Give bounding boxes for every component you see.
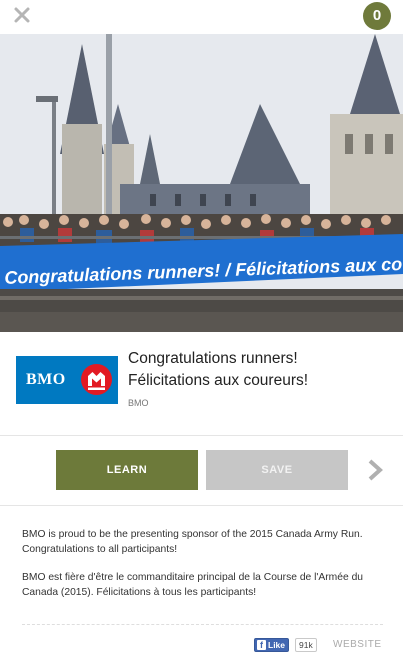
website-link[interactable]: WEBSITE bbox=[333, 639, 382, 650]
description-english: BMO is proud to be the presenting sponso… bbox=[22, 529, 363, 555]
top-bar: 0 bbox=[0, 0, 403, 34]
bmo-logo: BMO bbox=[16, 356, 118, 404]
ad-title-line-1: Congratulations runners! bbox=[128, 350, 298, 367]
ad-title-line-2: Félicitations aux coureurs! bbox=[128, 372, 309, 389]
advertiser-name: BMO bbox=[128, 398, 149, 408]
divider bbox=[22, 624, 383, 625]
description: BMO is proud to be the presenting sponso… bbox=[22, 528, 382, 614]
facebook-like-button[interactable]: f Like bbox=[254, 638, 290, 652]
hero-image: Congratulations runners! / Félicitations… bbox=[0, 34, 403, 332]
learn-button[interactable]: LEARN bbox=[56, 450, 198, 490]
close-x-icon[interactable] bbox=[12, 5, 32, 25]
bmo-roundel-icon bbox=[81, 364, 112, 395]
like-count: 91k bbox=[295, 638, 317, 652]
action-bar: LEARN SAVE bbox=[0, 436, 403, 506]
facebook-icon: f bbox=[257, 640, 266, 650]
ad-info: BMO Congratulations runners! Félicitatio… bbox=[0, 332, 403, 436]
ad-title[interactable]: Congratulations runners! Félicitations a… bbox=[128, 348, 390, 392]
like-label: Like bbox=[268, 640, 286, 650]
logo-text: BMO bbox=[26, 371, 66, 388]
chevron-right-icon[interactable] bbox=[366, 458, 384, 482]
save-button[interactable]: SAVE bbox=[206, 450, 348, 490]
description-french: BMO est fière d'être le commanditaire pr… bbox=[22, 572, 364, 598]
footer: f Like 91k WEBSITE bbox=[0, 634, 403, 658]
count-badge[interactable]: 0 bbox=[363, 2, 391, 30]
